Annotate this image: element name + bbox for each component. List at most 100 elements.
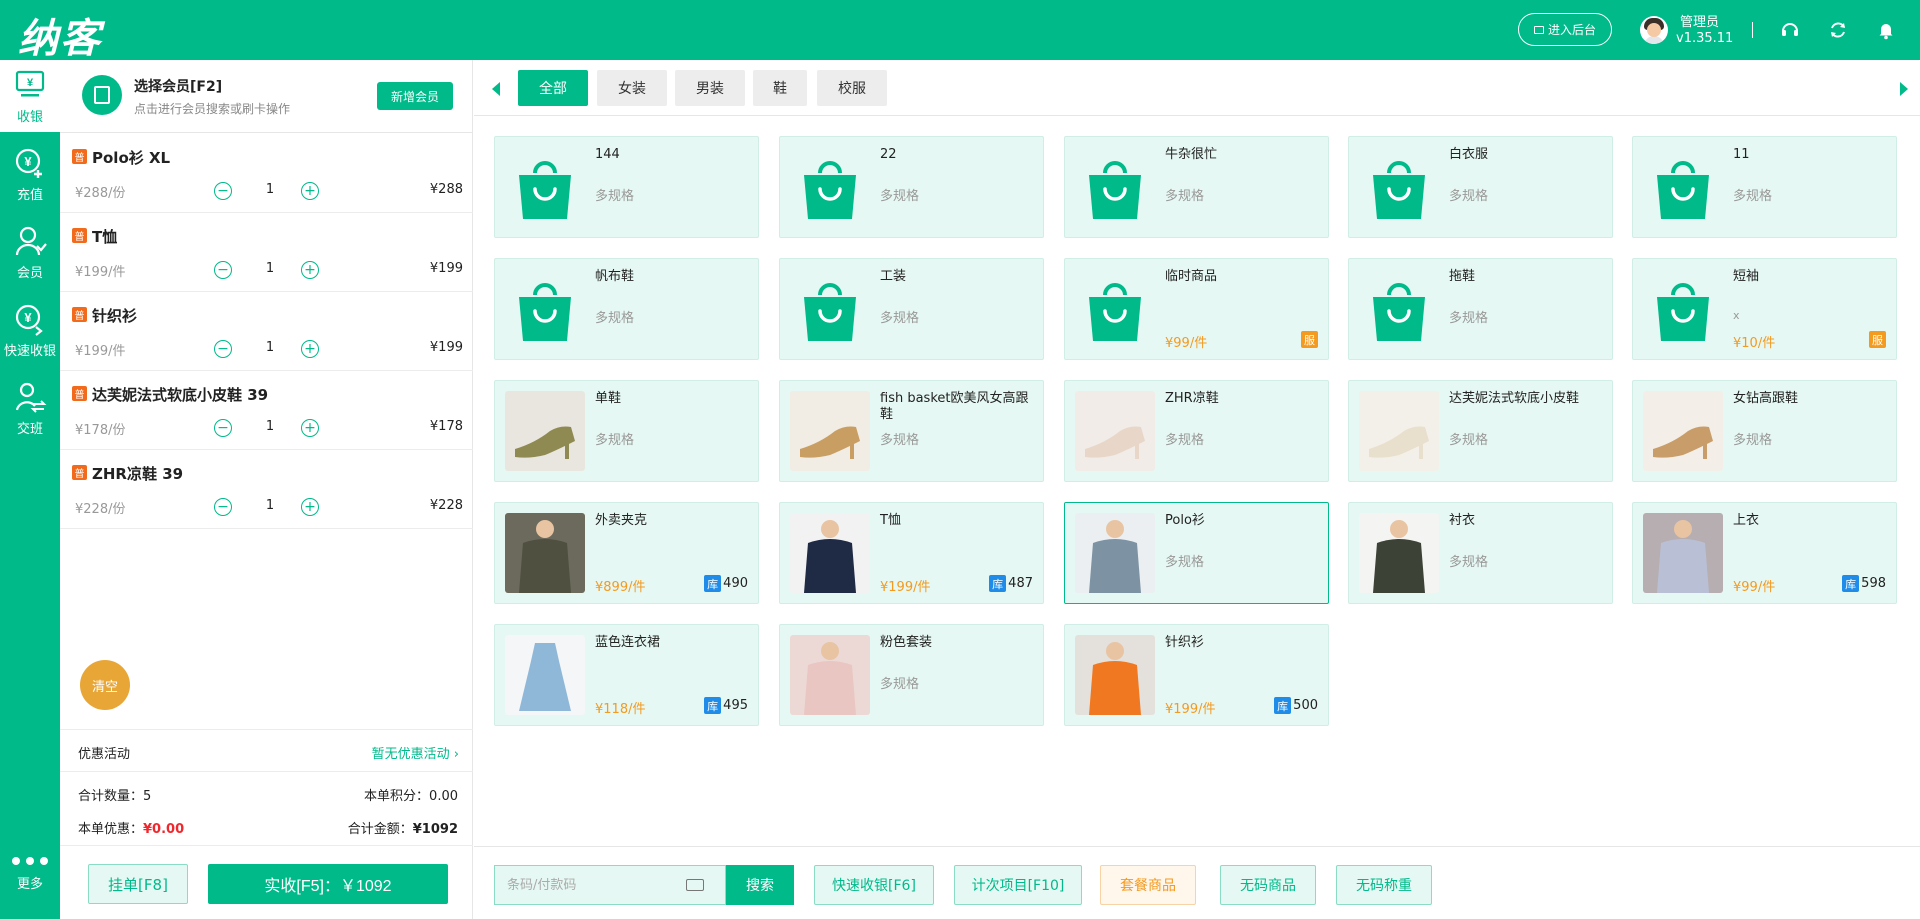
- promo-row[interactable]: 优惠活动 暂无优惠活动 ›: [60, 729, 473, 772]
- cart-item[interactable]: 普 T恤 ¥199/件 − 1 + ¥199: [60, 213, 473, 292]
- plus-icon[interactable]: +: [301, 498, 319, 516]
- product-card[interactable]: fish basket欧美风女高跟鞋 多规格: [779, 380, 1044, 482]
- product-card[interactable]: 上衣 ¥99/件 库 598: [1632, 502, 1897, 604]
- product-card[interactable]: 单鞋 多规格: [494, 380, 759, 482]
- nav-item-shift[interactable]: 交班: [0, 372, 60, 444]
- member-select-row[interactable]: 选择会员[F2] 点击进行会员搜索或刷卡操作 新增会员: [60, 60, 473, 133]
- product-name: 针织衫: [1165, 635, 1205, 650]
- promo-value[interactable]: 暂无优惠活动 ›: [372, 743, 459, 762]
- checkout-button[interactable]: 实收[F5]：￥1092: [208, 864, 448, 904]
- product-card[interactable]: 144 多规格: [494, 136, 759, 238]
- enter-backend-button[interactable]: 进入后台: [1518, 13, 1612, 46]
- product-card[interactable]: 工装 多规格: [779, 258, 1044, 360]
- member-select-title: 选择会员[F2]: [134, 79, 223, 95]
- plus-icon[interactable]: +: [301, 340, 319, 358]
- product-card[interactable]: 11 多规格: [1632, 136, 1897, 238]
- product-card[interactable]: 粉色套装 多规格: [779, 624, 1044, 726]
- cart-item-quantity[interactable]: 1: [260, 261, 280, 276]
- avatar[interactable]: [1640, 16, 1668, 44]
- cart-item-quantity[interactable]: 1: [260, 419, 280, 434]
- product-card[interactable]: 女钻高跟鞋 多规格: [1632, 380, 1897, 482]
- category-tab[interactable]: 校服: [817, 70, 887, 106]
- category-tab[interactable]: 男装: [675, 70, 745, 106]
- plus-icon[interactable]: +: [301, 419, 319, 437]
- plus-icon[interactable]: +: [301, 261, 319, 279]
- category-tab[interactable]: 全部: [518, 70, 588, 106]
- nav-item-quick-cash[interactable]: ¥ 快速收银: [0, 294, 60, 366]
- scroll-right-icon[interactable]: [1900, 82, 1908, 96]
- minus-icon[interactable]: −: [214, 340, 232, 358]
- app-logo: 纳客: [18, 16, 102, 62]
- cart-item-unit-price: ¥178/份: [75, 423, 126, 438]
- flat-shoe-photo: [505, 391, 585, 471]
- nav-item-recharge[interactable]: ¥ 充值: [0, 138, 60, 210]
- product-card[interactable]: 蓝色连衣裙 ¥118/件 库 495: [494, 624, 759, 726]
- product-price: ¥899/件: [595, 580, 646, 595]
- minus-icon[interactable]: −: [214, 419, 232, 437]
- minus-icon[interactable]: −: [214, 498, 232, 516]
- category-tab[interactable]: 鞋: [753, 70, 807, 106]
- keyboard-icon[interactable]: [686, 879, 704, 891]
- toolbar-button[interactable]: 无码商品: [1220, 865, 1316, 905]
- cart-panel: 选择会员[F2] 点击进行会员搜索或刷卡操作 新增会员 普 Polo衫 XL ¥…: [60, 60, 473, 919]
- cart-item-quantity[interactable]: 1: [260, 340, 280, 355]
- product-card[interactable]: T恤 ¥199/件 库 487: [779, 502, 1044, 604]
- product-card[interactable]: 拖鞋 多规格: [1348, 258, 1613, 360]
- product-spec: 多规格: [595, 311, 635, 326]
- nav-item-cashier[interactable]: ¥ 收银: [0, 60, 60, 132]
- bell-icon[interactable]: [1876, 20, 1896, 40]
- product-name: Polo衫: [1165, 513, 1205, 528]
- toolbar-button[interactable]: 快速收银[F6]: [814, 865, 934, 905]
- headset-icon[interactable]: [1780, 20, 1800, 40]
- product-card[interactable]: 牛杂很忙 多规格: [1064, 136, 1329, 238]
- plus-icon[interactable]: +: [301, 182, 319, 200]
- cart-item[interactable]: 普 ZHR凉鞋 39 ¥228/份 − 1 + ¥228: [60, 450, 473, 529]
- clear-cart-button[interactable]: 清空: [80, 660, 130, 710]
- scroll-left-icon[interactable]: [492, 82, 500, 96]
- product-card[interactable]: 22 多规格: [779, 136, 1044, 238]
- order-points: 本单积分：0.00: [364, 789, 458, 804]
- toolbar-button[interactable]: 套餐商品: [1100, 865, 1196, 905]
- cart-item-quantity[interactable]: 1: [260, 498, 280, 513]
- hold-order-button[interactable]: 挂单[F8]: [88, 864, 188, 904]
- refresh-icon[interactable]: [1828, 20, 1848, 40]
- product-card[interactable]: 临时商品 ¥99/件 服: [1064, 258, 1329, 360]
- cart-item-name: T恤: [92, 228, 118, 246]
- product-card[interactable]: 衬衣 多规格: [1348, 502, 1613, 604]
- product-name: 11: [1733, 147, 1750, 162]
- minus-icon[interactable]: −: [214, 261, 232, 279]
- product-name: ZHR凉鞋: [1165, 391, 1219, 406]
- product-card[interactable]: Polo衫 多规格: [1064, 502, 1329, 604]
- product-name: 外卖夹克: [595, 513, 648, 528]
- product-card[interactable]: 白衣服 多规格: [1348, 136, 1613, 238]
- toolbar-button[interactable]: 无码称重: [1336, 865, 1432, 905]
- cart-item-quantity[interactable]: 1: [260, 182, 280, 197]
- service-badge: 服: [1301, 331, 1318, 348]
- product-card[interactable]: ZHR凉鞋 多规格: [1064, 380, 1329, 482]
- product-card[interactable]: 外卖夹克 ¥899/件 库 490: [494, 502, 759, 604]
- product-name: 工装: [880, 269, 907, 284]
- total-quantity: 合计数量：5: [78, 789, 152, 804]
- product-card[interactable]: 针织衫 ¥199/件 库 500: [1064, 624, 1329, 726]
- tshirt-photo: [790, 513, 870, 593]
- add-member-button[interactable]: 新增会员: [377, 82, 453, 110]
- product-name: 衬衣: [1449, 513, 1476, 528]
- member-select-hint: 点击进行会员搜索或刷卡操作: [134, 102, 291, 116]
- promo-label: 优惠活动: [78, 747, 131, 762]
- product-card[interactable]: 达芙妮法式软底小皮鞋 多规格: [1348, 380, 1613, 482]
- cart-item[interactable]: 普 Polo衫 XL ¥288/份 − 1 + ¥288: [60, 134, 473, 213]
- nav-item-member[interactable]: 会员: [0, 216, 60, 288]
- search-button[interactable]: 搜索: [726, 865, 794, 905]
- pink-suit-photo: [790, 635, 870, 715]
- product-card[interactable]: 帆布鞋 多规格: [494, 258, 759, 360]
- minus-icon[interactable]: −: [214, 182, 232, 200]
- product-name: 144: [595, 147, 620, 162]
- category-tab[interactable]: 女装: [597, 70, 667, 106]
- cart-item[interactable]: 普 达芙妮法式软底小皮鞋 39 ¥178/份 − 1 + ¥178: [60, 371, 473, 450]
- cart-item[interactable]: 普 针织衫 ¥199/件 − 1 + ¥199: [60, 292, 473, 371]
- product-card[interactable]: 短袖 x ¥10/件 服: [1632, 258, 1897, 360]
- toolbar-button[interactable]: 计次项目[F10]: [954, 865, 1082, 905]
- product-area: 全部 女装 男装鞋校服 144 多规格 22 多规格 牛杂很忙 多规格 白衣服 多规格 11…: [474, 60, 1920, 919]
- nav-item-more[interactable]: 更多: [0, 835, 60, 907]
- member-tier-badge: 普: [72, 386, 87, 401]
